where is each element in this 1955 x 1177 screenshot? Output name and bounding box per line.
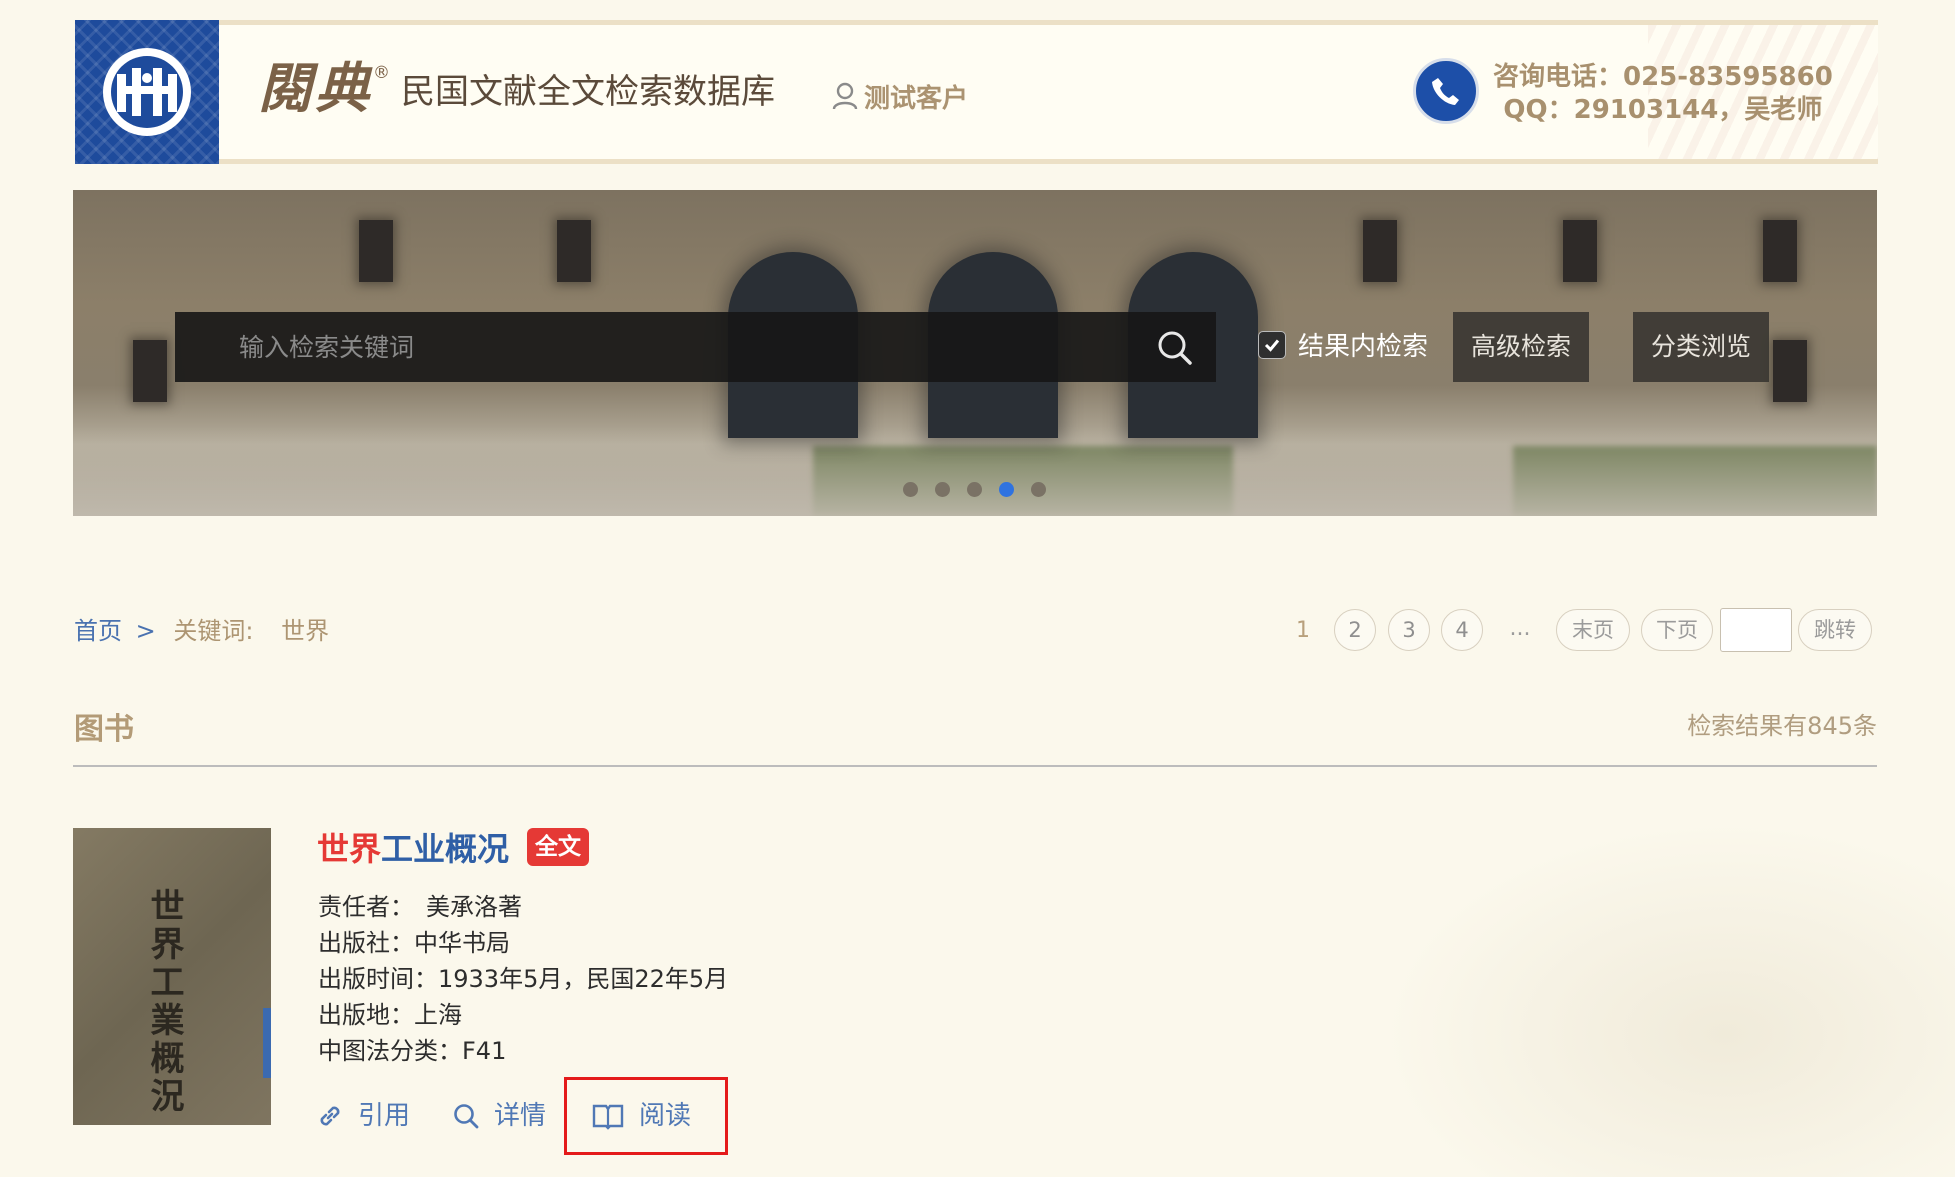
search-bar <box>175 312 1216 382</box>
meta-value: 上海 <box>414 1001 462 1029</box>
breadcrumb-home-link[interactable]: 首页 <box>74 617 122 645</box>
breadcrumb-separator: > <box>135 617 156 645</box>
checkbox-checked-icon[interactable] <box>1258 330 1286 359</box>
meta-value: F41 <box>462 1037 507 1065</box>
section-title: 图书 <box>74 712 134 747</box>
brand-name: 閱典 <box>258 56 372 120</box>
carousel-dot[interactable] <box>1031 482 1046 497</box>
banner-window <box>1563 220 1597 282</box>
site-title: 民国文献全文检索数据库 <box>401 72 775 112</box>
cover-label-strip <box>263 1008 271 1078</box>
detail-button[interactable]: 详情 <box>452 1097 546 1135</box>
search-icon[interactable] <box>1155 328 1195 368</box>
category-browse-button[interactable]: 分类浏览 <box>1633 312 1770 382</box>
page-jump-button[interactable]: 跳转 <box>1798 609 1872 651</box>
cite-button[interactable]: 引用 <box>316 1097 410 1135</box>
carousel-dot-active[interactable] <box>999 482 1014 497</box>
hero-banner: 结果内检索 高级检索 分类浏览 <box>73 190 1877 516</box>
banner-window <box>1773 340 1807 402</box>
meta-row-date: 出版时间： 1933年5月，民国22年5月 <box>318 961 728 997</box>
carousel-dot[interactable] <box>903 482 918 497</box>
breadcrumb: 首页 > 关键词: 世界 <box>74 614 329 648</box>
meta-value: 1933年5月，民国22年5月 <box>438 965 729 993</box>
meta-row-place: 出版地： 上海 <box>318 997 728 1033</box>
user-name: 测试客户 <box>864 83 969 114</box>
section-divider <box>73 765 1877 767</box>
link-icon <box>320 1106 340 1126</box>
meta-row-author: 责任者： 美承洛著 <box>318 889 728 925</box>
meta-row-classification: 中图法分类： F41 <box>318 1033 728 1069</box>
pagination-next-button[interactable]: 下页 <box>1641 609 1713 651</box>
meta-label: 责任者： <box>318 893 414 921</box>
background-decoration <box>1380 820 1955 1177</box>
pagination-page[interactable]: 3 <box>1388 609 1430 651</box>
book-cover[interactable]: 世界工業概況 <box>73 828 271 1125</box>
within-results-label: 结果内检索 <box>1298 332 1429 362</box>
cite-label: 引用 <box>358 1101 411 1131</box>
cover-title: 世界工業概況 <box>144 888 184 1116</box>
title-highlight: 世界 <box>317 830 382 868</box>
user-icon <box>832 82 858 110</box>
within-results-toggle[interactable]: 结果内检索 <box>1258 326 1428 363</box>
site-logo[interactable] <box>75 20 219 164</box>
contact-qq: QQ：29103144，吴老师 <box>1503 95 1823 125</box>
breadcrumb-keyword-value: 世界 <box>281 617 330 645</box>
result-count: 检索结果有845条 <box>1687 712 1877 740</box>
advanced-search-button[interactable]: 高级检索 <box>1453 312 1590 382</box>
page-jump-input[interactable] <box>1720 608 1792 652</box>
banner-window <box>133 340 167 402</box>
pagination-ellipsis: ... <box>1509 616 1531 641</box>
meta-label: 出版社： <box>318 929 414 957</box>
pagination-last-button[interactable]: 末页 <box>1556 609 1630 651</box>
carousel-dot[interactable] <box>935 482 950 497</box>
meta-label: 中图法分类： <box>318 1037 462 1065</box>
carousel-dot[interactable] <box>967 482 982 497</box>
pagination-current-page: 1 <box>1296 618 1310 643</box>
banner-window <box>359 220 393 282</box>
title-rest: 工业概况 <box>381 830 510 868</box>
result-title-row: 世界工业概况 全文 <box>317 824 590 870</box>
logo-emblem-icon <box>103 48 191 136</box>
registered-mark: ® <box>373 63 390 83</box>
contact-phone: 咨询电话：025-83595860 <box>1493 62 1833 92</box>
detail-label: 详情 <box>494 1101 547 1131</box>
breadcrumb-keyword-label: 关键词: <box>173 617 254 645</box>
magnifier-icon <box>454 1104 479 1129</box>
banner-window <box>1363 220 1397 282</box>
meta-value: 美承洛著 <box>426 893 522 921</box>
banner-window <box>1763 220 1797 282</box>
result-title-link[interactable]: 世界工业概况 <box>317 824 509 870</box>
search-input[interactable] <box>175 312 1135 382</box>
meta-label: 出版地： <box>318 1001 414 1029</box>
user-account-link[interactable]: 测试客户 <box>832 79 969 114</box>
pagination-page[interactable]: 2 <box>1334 609 1376 651</box>
meta-row-publisher: 出版社： 中华书局 <box>318 925 728 961</box>
banner-window <box>557 220 591 282</box>
meta-value: 中华书局 <box>414 929 510 957</box>
carousel-indicators <box>903 482 1046 497</box>
fulltext-badge: 全文 <box>527 828 590 866</box>
pagination-page[interactable]: 4 <box>1441 609 1483 651</box>
site-header: 閱典 ® 民国文献全文检索数据库 测试客户 咨询电话：025-83595860 … <box>75 20 1878 164</box>
result-metadata: 责任者： 美承洛著 出版社： 中华书局 出版时间： 1933年5月，民国22年5月 出… <box>318 889 728 1069</box>
read-highlight-annotation <box>564 1077 728 1155</box>
meta-label: 出版时间： <box>318 965 438 993</box>
contact-info: 咨询电话：025-83595860 QQ：29103144，吴老师 <box>1493 61 1833 127</box>
banner-pavement <box>73 426 1877 516</box>
phone-icon <box>1413 58 1479 124</box>
